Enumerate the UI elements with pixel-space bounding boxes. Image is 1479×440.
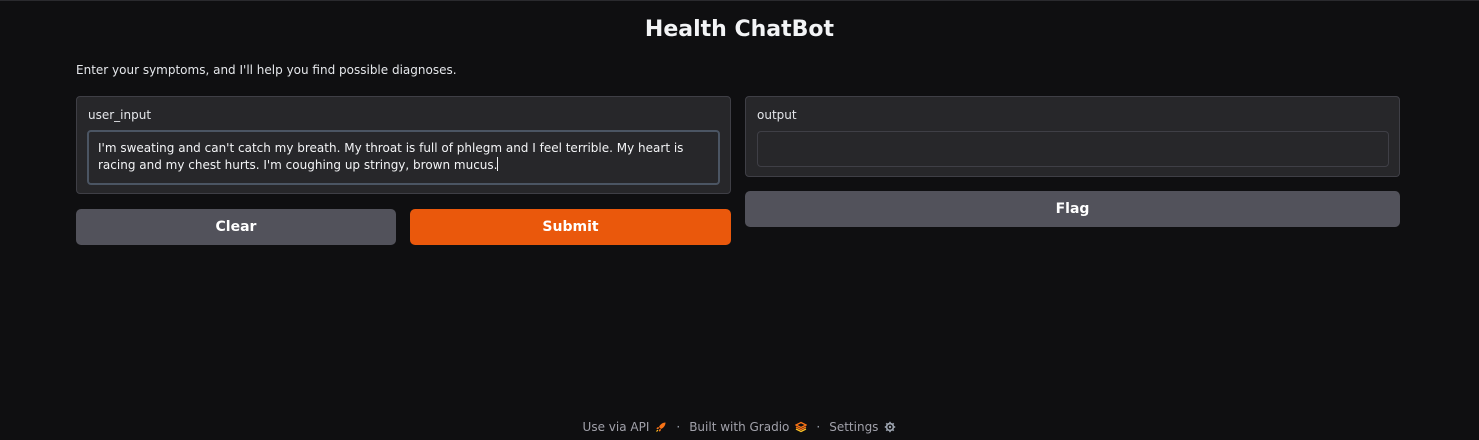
built-with-gradio-label: Built with Gradio: [689, 420, 790, 434]
settings-link[interactable]: Settings: [829, 420, 896, 434]
user-input-label: user_input: [88, 108, 152, 122]
gear-icon: [885, 421, 896, 433]
rocket-icon: [656, 422, 666, 432]
settings-label: Settings: [829, 420, 879, 434]
output-textbox[interactable]: [757, 131, 1389, 167]
use-via-api-link[interactable]: Use via API: [583, 420, 668, 434]
flag-button[interactable]: Flag: [745, 191, 1400, 227]
user-input-text: I'm sweating and can't catch my breath. …: [98, 141, 688, 172]
footer-separator: ·: [816, 420, 821, 434]
user-input-textarea[interactable]: I'm sweating and can't catch my breath. …: [87, 130, 720, 185]
text-caret: [497, 157, 499, 171]
footer: Use via API · Built with Gradio · Settin…: [0, 420, 1479, 434]
clear-button[interactable]: Clear: [76, 209, 396, 245]
page-title: Health ChatBot: [644, 17, 835, 42]
built-with-gradio-link[interactable]: Built with Gradio: [689, 420, 808, 434]
footer-separator: ·: [676, 420, 681, 434]
use-via-api-label: Use via API: [582, 420, 650, 434]
submit-button[interactable]: Submit: [410, 209, 731, 245]
page-description: Enter your symptoms, and I'll help you f…: [76, 63, 457, 77]
output-panel: output: [745, 96, 1400, 177]
output-label: output: [757, 108, 797, 122]
gradio-logo-icon: [795, 421, 808, 433]
user-input-panel: user_input I'm sweating and can't catch …: [76, 96, 731, 194]
